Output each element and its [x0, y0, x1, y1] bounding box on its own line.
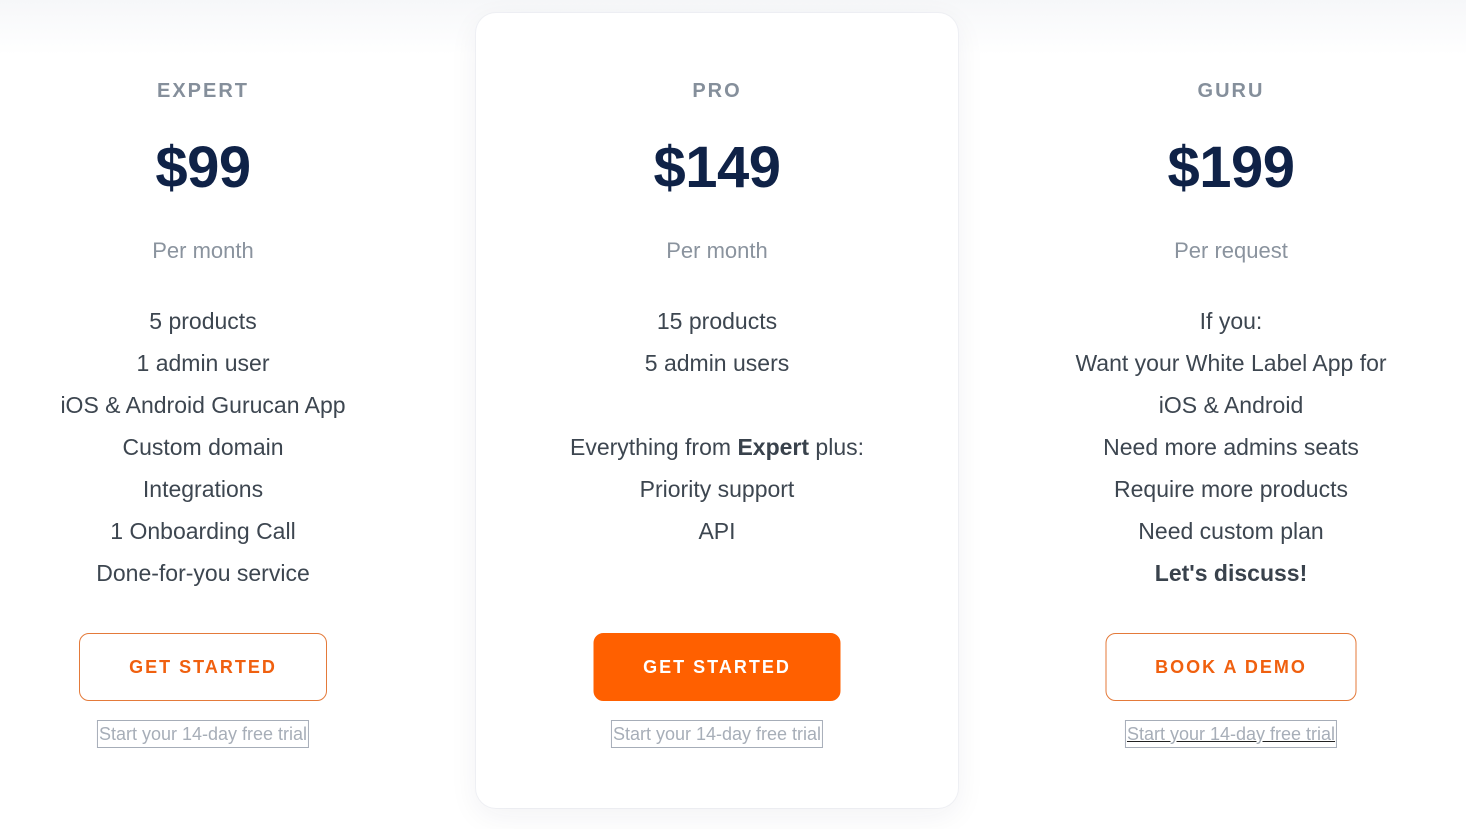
feature-item: Need more admins seats	[1103, 434, 1359, 460]
feature-item: If you:	[1199, 308, 1263, 334]
feature-item-everything-from: Everything from Expert plus:	[476, 426, 958, 468]
plan-period: Per request	[1174, 238, 1288, 263]
extras-suffix: plus:	[809, 434, 865, 460]
plan-period: Per month	[666, 238, 768, 263]
plan-price: $99	[155, 135, 251, 200]
free-trial-link[interactable]: Start your 14-day free trial	[1124, 720, 1338, 748]
feature-closing: Let's discuss!	[1154, 560, 1308, 586]
feature-item: iOS & Android	[1158, 392, 1304, 418]
pricing-card-guru: GURU $199 Per request If you: Want your …	[990, 0, 1466, 808]
feature-item: 1 admin user	[136, 350, 270, 376]
extras-prefix: Everything from	[569, 434, 738, 460]
feature-item: 5 admin users	[644, 350, 790, 376]
pricing-card-expert: EXPERT $99 Per month 5 products 1 admin …	[0, 0, 444, 808]
feature-item: Done-for-you service	[96, 560, 310, 586]
feature-item: Want your White Label App for	[1075, 350, 1387, 376]
feature-list: 15 products 5 admin users Everything fro…	[476, 300, 958, 552]
feature-item: 15 products	[656, 308, 778, 334]
feature-item: Custom domain	[122, 434, 284, 460]
book-demo-button[interactable]: BOOK A DEMO	[1105, 633, 1357, 701]
plan-price: $149	[653, 135, 781, 200]
plan-period: Per month	[152, 238, 254, 263]
free-trial-link[interactable]: Start your 14-day free trial	[610, 720, 824, 748]
plan-name: EXPERT	[156, 80, 250, 102]
feature-item: Require more products	[1114, 476, 1348, 502]
extras-bold-plan: Expert	[737, 434, 810, 460]
feature-item: Need custom plan	[1138, 518, 1324, 544]
feature-item: 1 Onboarding Call	[110, 518, 296, 544]
get-started-button[interactable]: GET STARTED	[593, 633, 841, 701]
plan-name: GURU	[1197, 80, 1265, 102]
feature-spacer	[476, 384, 958, 426]
plan-price: $199	[1167, 135, 1295, 200]
feature-item: iOS & Android Gurucan App	[60, 392, 346, 418]
feature-item: Priority support	[639, 476, 795, 502]
feature-list: If you: Want your White Label App for iO…	[990, 300, 1466, 594]
feature-list: 5 products 1 admin user iOS & Android Gu…	[0, 300, 444, 594]
pricing-card-pro: PRO $149 Per month 15 products 5 admin u…	[476, 13, 958, 808]
feature-item: API	[698, 518, 736, 544]
feature-item: 5 products	[149, 308, 257, 334]
get-started-button[interactable]: GET STARTED	[79, 633, 327, 701]
free-trial-link[interactable]: Start your 14-day free trial	[96, 720, 310, 748]
plan-name: PRO	[692, 80, 742, 102]
feature-item: Integrations	[142, 476, 264, 502]
